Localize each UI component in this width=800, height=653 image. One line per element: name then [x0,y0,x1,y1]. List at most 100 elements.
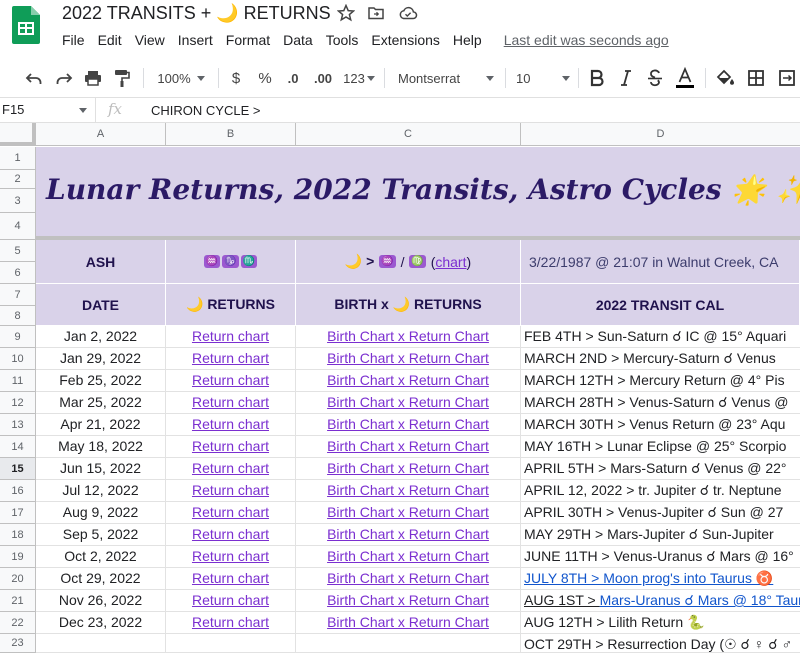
menu-view[interactable]: View [135,32,165,48]
transit-cell[interactable]: APRIL 30TH > Venus-Jupiter ☌ Sun @ 27 [521,502,800,524]
currency-button[interactable]: $ [226,66,246,90]
date-cell[interactable]: Oct 2, 2022 [36,546,166,568]
row-header[interactable]: 21 [0,590,36,612]
select-all-corner[interactable] [0,123,36,146]
date-cell[interactable]: Jun 15, 2022 [36,458,166,480]
date-cell[interactable]: Jan 29, 2022 [36,348,166,370]
date-cell[interactable]: Dec 23, 2022 [36,612,166,634]
birth-x-return-cell[interactable] [296,634,521,653]
spreadsheet-grid[interactable]: A B C D Lunar Returns, 2022 Transits, As… [0,123,800,653]
date-cell[interactable] [36,634,166,653]
birth-x-return-cell[interactable]: Birth Chart x Return Chart [296,568,521,590]
move-folder-icon[interactable] [367,4,385,22]
row-header[interactable]: 20 [0,568,36,590]
row-header[interactable]: 14 [0,436,36,458]
date-cell[interactable]: Apr 21, 2022 [36,414,166,436]
birth-x-return-cell[interactable]: Birth Chart x Return Chart [296,392,521,414]
menu-help[interactable]: Help [453,32,482,48]
return-chart-link[interactable]: Return chart [192,372,269,388]
transit-cell[interactable]: JULY 8TH > Moon prog's into Taurus ♉ [521,568,800,590]
return-chart-link[interactable]: Return chart [192,350,269,366]
transit-cell[interactable]: MARCH 30TH > Venus Return @ 23° Aqu [521,414,800,436]
return-chart-link[interactable]: Return chart [192,570,269,586]
transit-link[interactable]: JULY 8TH > Moon prog's into Taurus ♉ [524,570,773,586]
menu-file[interactable]: File [62,32,85,48]
fill-color-icon[interactable] [714,66,736,90]
transit-link[interactable]: Mars-Uranus ☌ Mars @ 18° Taur [600,592,800,608]
row-header[interactable]: 6 [0,262,36,284]
menu-edit[interactable]: Edit [98,32,122,48]
date-header[interactable]: DATE [36,284,166,326]
paint-format-icon[interactable] [110,66,134,90]
transit-cell[interactable]: MARCH 12TH > Mercury Return @ 4° Pis [521,370,800,392]
returns-header[interactable]: 🌙 RETURNS [166,284,296,326]
birth-x-return-cell[interactable]: Birth Chart x Return Chart [296,524,521,546]
transit-cell[interactable]: JUNE 11TH > Venus-Uranus ☌ Mars @ 16° [521,546,800,568]
row-header[interactable]: 17 [0,502,36,524]
birth-data-cell[interactable]: 3/22/1987 @ 21:07 in Walnut Creek, CA [521,240,800,284]
birth-x-return-link[interactable]: Birth Chart x Return Chart [327,394,489,410]
transit-cell[interactable]: FEB 4TH > Sun-Saturn ☌ IC @ 15° Aquari [521,326,800,348]
row-header[interactable]: 12 [0,392,36,414]
italic-icon[interactable] [616,66,636,90]
zoom-select[interactable]: 100% [150,66,212,90]
row-header[interactable]: 3 [0,189,36,213]
row-header[interactable]: 22 [0,612,36,634]
birth-x-return-link[interactable]: Birth Chart x Return Chart [327,350,489,366]
transit-cal-header[interactable]: 2022 TRANSIT CAL [521,284,800,326]
return-chart-cell[interactable]: Return chart [166,524,296,546]
decrease-decimal-button[interactable]: .0 [282,66,304,90]
menu-insert[interactable]: Insert [178,32,213,48]
birth-x-return-link[interactable]: Birth Chart x Return Chart [327,614,489,630]
document-title[interactable]: 2022 TRANSITS + 🌙 RETURNS [62,3,331,24]
cloud-saved-icon[interactable] [398,4,418,22]
transit-cell[interactable]: AUG 1ST > Mars-Uranus ☌ Mars @ 18° Taur [521,590,800,612]
return-chart-link[interactable]: Return chart [192,438,269,454]
return-chart-cell[interactable]: Return chart [166,612,296,634]
return-chart-cell[interactable]: Return chart [166,480,296,502]
transit-cell[interactable]: MAY 29TH > Mars-Jupiter ☌ Sun-Jupiter [521,524,800,546]
redo-icon[interactable] [52,66,76,90]
row-header[interactable]: 5 [0,240,36,262]
birth-x-return-link[interactable]: Birth Chart x Return Chart [327,548,489,564]
date-cell[interactable]: Oct 29, 2022 [36,568,166,590]
column-header-d[interactable]: D [521,123,800,146]
borders-icon[interactable] [745,66,767,90]
return-chart-link[interactable]: Return chart [192,504,269,520]
return-chart-cell[interactable]: Return chart [166,502,296,524]
name-box[interactable]: F15 [0,98,96,122]
transit-cell[interactable]: MAY 16TH > Lunar Eclipse @ 25° Scorpio [521,436,800,458]
row-header[interactable]: 1 [0,147,36,170]
return-chart-link[interactable]: Return chart [192,394,269,410]
birth-x-return-cell[interactable]: Birth Chart x Return Chart [296,348,521,370]
text-color-icon[interactable] [674,66,696,90]
print-icon[interactable] [81,66,105,90]
return-chart-cell[interactable]: Return chart [166,568,296,590]
birth-x-return-link[interactable]: Birth Chart x Return Chart [327,526,489,542]
increase-decimal-button[interactable]: .00 [310,66,336,90]
row-header[interactable]: 16 [0,480,36,502]
birth-x-return-link[interactable]: Birth Chart x Return Chart [327,460,489,476]
birth-x-return-link[interactable]: Birth Chart x Return Chart [327,592,489,608]
name-cell[interactable]: ASH [36,240,166,284]
transit-cell[interactable]: MARCH 2ND > Mercury-Saturn ☌ Venus [521,348,800,370]
menu-tools[interactable]: Tools [326,32,359,48]
last-edit-link[interactable]: Last edit was seconds ago [504,32,669,48]
return-chart-link[interactable]: Return chart [192,614,269,630]
column-header-c[interactable]: C [296,123,521,146]
return-chart-cell[interactable]: Return chart [166,370,296,392]
return-chart-link[interactable]: Return chart [192,460,269,476]
strikethrough-icon[interactable] [645,66,665,90]
date-cell[interactable]: Sep 5, 2022 [36,524,166,546]
birth-x-return-cell[interactable]: Birth Chart x Return Chart [296,590,521,612]
return-chart-link[interactable]: Return chart [192,416,269,432]
transit-cell[interactable]: AUG 12TH > Lilith Return 🐍 [521,612,800,634]
row-header[interactable]: 7 [0,284,36,306]
signs-cell[interactable]: ♒ ♑ ♏ [166,240,296,284]
undo-icon[interactable] [22,66,46,90]
birth-x-return-link[interactable]: Birth Chart x Return Chart [327,570,489,586]
date-cell[interactable]: Feb 25, 2022 [36,370,166,392]
return-chart-link[interactable]: Return chart [192,592,269,608]
birth-x-return-cell[interactable]: Birth Chart x Return Chart [296,370,521,392]
return-chart-cell[interactable]: Return chart [166,458,296,480]
